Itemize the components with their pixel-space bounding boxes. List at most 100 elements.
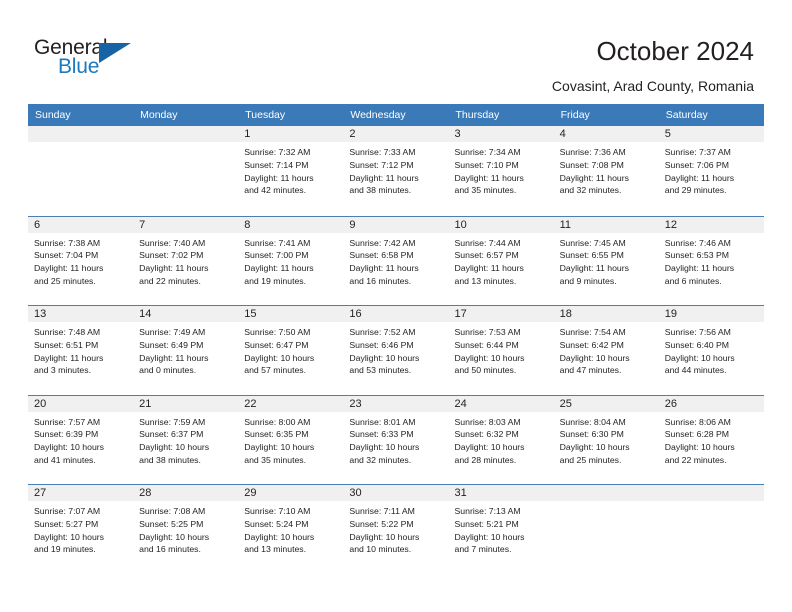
day-detail-line: Sunrise: 8:06 AM	[664, 416, 731, 427]
day-detail-line: Sunrise: 8:03 AM	[454, 416, 521, 427]
calendar-day-cell[interactable]: 26 Sunrise: 8:06 AM Sunset: 6:28 PM Dayligh…	[658, 395, 764, 484]
calendar-day-cell[interactable]: 7 Sunrise: 7:40 AM Sunset: 7:02 PM Daylight…	[133, 216, 239, 305]
day-detail-line: and 53 minutes.	[349, 365, 412, 376]
day-detail-line: Daylight: 11 hours	[349, 263, 419, 274]
calendar-day-cell[interactable]: 9 Sunrise: 7:42 AM Sunset: 6:58 PM Daylight…	[343, 216, 449, 305]
calendar-day-cell[interactable]: 23 Sunrise: 8:01 AM Sunset: 6:33 PM Dayligh…	[343, 395, 449, 484]
day-detail-line: Daylight: 10 hours	[244, 442, 315, 453]
day-number: 27	[34, 487, 47, 499]
calendar-day-cell[interactable]: 24 Sunrise: 8:03 AM Sunset: 6:32 PM Dayligh…	[448, 395, 554, 484]
day-number: 26	[664, 397, 677, 410]
calendar-day-cell[interactable]: 29 Sunrise: 7:10 AM Sunset: 5:24 PM Dayligh…	[238, 485, 344, 574]
day-detail-line: and 7 minutes.	[454, 544, 512, 555]
calendar-day-cell[interactable]: 6 Sunrise: 7:38 AM Sunset: 7:04 PM Daylight…	[28, 216, 134, 305]
day-details: Sunrise: 8:00 AM Sunset: 6:35 PM Daylight:…	[238, 413, 343, 467]
calendar-day-cell[interactable]: 5 Sunrise: 7:37 AM Sunset: 7:06 PM Daylight…	[658, 126, 764, 215]
day-detail-line: and 22 minutes.	[664, 454, 727, 465]
day-number-band: 10	[448, 216, 554, 234]
calendar-day-cell[interactable]: 14 Sunrise: 7:49 AM Sunset: 6:49 PM Dayligh…	[133, 306, 239, 395]
day-detail-line: and 42 minutes.	[244, 185, 307, 196]
day-number-band: 28	[133, 485, 239, 502]
day-detail-line: Sunrise: 7:49 AM	[139, 327, 206, 337]
calendar-day-cell-empty	[553, 485, 659, 574]
calendar-day-cell[interactable]: 22 Sunrise: 8:00 AM Sunset: 6:35 PM Dayligh…	[238, 395, 344, 484]
day-details: Sunrise: 8:01 AM Sunset: 6:33 PM Daylight:…	[343, 413, 448, 467]
calendar-day-cell[interactable]: 3 Sunrise: 7:34 AM Sunset: 7:10 PM Daylight…	[448, 126, 554, 215]
day-details: Sunrise: 7:41 AM Sunset: 7:00 PM Daylight:…	[238, 234, 343, 288]
calendar-day-cell[interactable]: 28 Sunrise: 7:08 AM Sunset: 5:25 PM Dayligh…	[133, 485, 239, 574]
day-details: Sunrise: 7:37 AM Sunset: 7:06 PM Daylight:…	[659, 143, 764, 197]
day-detail-line: Sunset: 7:10 PM	[454, 159, 519, 170]
calendar-day-cell[interactable]: 16 Sunrise: 7:52 AM Sunset: 6:46 PM Dayligh…	[343, 306, 449, 395]
day-details: Sunrise: 7:45 AM Sunset: 6:55 PM Daylight:…	[554, 234, 659, 288]
day-details: Sunrise: 7:49 AM Sunset: 6:49 PM Daylight:…	[133, 323, 238, 377]
calendar-day-cell[interactable]: 12 Sunrise: 7:46 AM Sunset: 6:53 PM Dayligh…	[658, 216, 764, 305]
calendar-page: General Blue October 2024 Covasint, Arad…	[0, 0, 792, 612]
day-detail-line: Sunset: 7:08 PM	[559, 159, 624, 170]
day-detail-line: Sunrise: 7:57 AM	[34, 416, 101, 427]
day-detail-line: and 47 minutes.	[559, 365, 622, 376]
day-number: 24	[454, 397, 467, 410]
calendar-day-cell[interactable]: 13 Sunrise: 7:48 AM Sunset: 6:51 PM Dayligh…	[28, 306, 134, 395]
logo-text-blue: Blue	[58, 55, 100, 78]
day-detail-line: Daylight: 10 hours	[454, 442, 525, 453]
day-detail-line: Sunset: 6:42 PM	[559, 339, 624, 350]
day-detail-line: Sunset: 7:04 PM	[34, 250, 99, 261]
day-detail-line: Sunset: 6:32 PM	[454, 429, 519, 440]
day-details: Sunrise: 7:40 AM Sunset: 7:02 PM Daylight:…	[133, 234, 238, 288]
calendar-day-cell[interactable]: 1 Sunrise: 7:32 AM Sunset: 7:14 PM Daylight…	[238, 126, 344, 215]
day-detail-line: Sunrise: 7:59 AM	[139, 416, 206, 427]
day-detail-line: and 25 minutes.	[34, 275, 96, 286]
day-number-band: 26	[658, 395, 764, 413]
day-details: Sunrise: 7:33 AM Sunset: 7:12 PM Daylight:…	[343, 143, 448, 197]
day-detail-line: Daylight: 10 hours	[559, 442, 630, 453]
calendar-day-cell[interactable]: 30 Sunrise: 7:11 AM Sunset: 5:22 PM Dayligh…	[343, 485, 449, 574]
weekday-header-friday: Friday	[560, 109, 590, 121]
day-details: Sunrise: 7:52 AM Sunset: 6:46 PM Daylight:…	[343, 323, 448, 377]
calendar-day-cell[interactable]: 15 Sunrise: 7:50 AM Sunset: 6:47 PM Dayligh…	[238, 306, 344, 395]
calendar-day-cell[interactable]: 4 Sunrise: 7:36 AM Sunset: 7:08 PM Daylight…	[553, 126, 659, 215]
day-number-band: 24	[448, 395, 554, 413]
day-detail-line: and 28 minutes.	[454, 454, 517, 465]
day-detail-line: Sunset: 6:58 PM	[349, 250, 414, 261]
day-number-band: 11	[553, 216, 659, 234]
day-details: Sunrise: 7:53 AM Sunset: 6:44 PM Daylight:…	[449, 323, 554, 377]
day-details: Sunrise: 8:03 AM Sunset: 6:32 PM Daylight:…	[449, 413, 554, 467]
day-detail-line: Daylight: 10 hours	[139, 531, 210, 542]
calendar-week-row: 27 Sunrise: 7:07 AM Sunset: 5:27 PM Dayligh…	[28, 484, 764, 574]
calendar-day-cell[interactable]: 20 Sunrise: 7:57 AM Sunset: 6:39 PM Dayligh…	[28, 395, 134, 484]
calendar-day-cell[interactable]: 8 Sunrise: 7:41 AM Sunset: 7:00 PM Daylight…	[238, 216, 344, 305]
day-number-band: 18	[553, 306, 659, 323]
day-detail-line: Daylight: 10 hours	[664, 352, 735, 363]
day-number-band: 6	[28, 216, 134, 234]
day-detail-line: and 0 minutes.	[139, 365, 197, 376]
calendar-day-cell[interactable]: 17 Sunrise: 7:53 AM Sunset: 6:44 PM Dayligh…	[448, 306, 554, 395]
day-detail-line: Sunrise: 8:04 AM	[559, 416, 626, 427]
day-details	[659, 502, 764, 505]
day-detail-line: Sunrise: 7:44 AM	[454, 237, 521, 248]
day-number-band: 30	[343, 485, 449, 502]
day-detail-line: Sunrise: 7:50 AM	[244, 327, 311, 337]
day-detail-line: Daylight: 11 hours	[559, 172, 630, 183]
day-detail-line: Sunset: 6:49 PM	[139, 339, 204, 350]
day-number: 20	[34, 397, 47, 410]
calendar-day-cell[interactable]: 21 Sunrise: 7:59 AM Sunset: 6:37 PM Dayligh…	[133, 395, 239, 484]
day-detail-line: Daylight: 11 hours	[139, 263, 209, 274]
calendar-day-cell[interactable]: 19 Sunrise: 7:56 AM Sunset: 6:40 PM Dayligh…	[658, 306, 764, 395]
day-detail-line: Sunset: 5:25 PM	[139, 518, 204, 529]
day-number-band: 13	[28, 306, 134, 323]
day-detail-line: Daylight: 11 hours	[34, 263, 104, 274]
day-detail-line: Sunset: 6:53 PM	[664, 250, 729, 261]
calendar-day-cell[interactable]: 2 Sunrise: 7:33 AM Sunset: 7:12 PM Daylight…	[343, 126, 449, 215]
calendar-day-cell[interactable]: 27 Sunrise: 7:07 AM Sunset: 5:27 PM Dayligh…	[28, 485, 134, 574]
day-details: Sunrise: 7:57 AM Sunset: 6:39 PM Daylight:…	[28, 413, 133, 467]
day-details: Sunrise: 7:10 AM Sunset: 5:24 PM Daylight:…	[238, 502, 343, 556]
day-detail-line: Daylight: 11 hours	[139, 352, 209, 363]
weekday-header-thursday: Thursday	[455, 109, 500, 121]
calendar-day-cell[interactable]: 18 Sunrise: 7:54 AM Sunset: 6:42 PM Dayligh…	[553, 306, 659, 395]
calendar-day-cell[interactable]: 31 Sunrise: 7:13 AM Sunset: 5:21 PM Dayligh…	[448, 485, 554, 574]
calendar-day-cell[interactable]: 25 Sunrise: 8:04 AM Sunset: 6:30 PM Dayligh…	[553, 395, 659, 484]
calendar-day-cell[interactable]: 11 Sunrise: 7:45 AM Sunset: 6:55 PM Dayligh…	[553, 216, 659, 305]
calendar-day-cell[interactable]: 10 Sunrise: 7:44 AM Sunset: 6:57 PM Dayligh…	[448, 216, 554, 305]
day-detail-line: and 41 minutes.	[34, 454, 96, 465]
